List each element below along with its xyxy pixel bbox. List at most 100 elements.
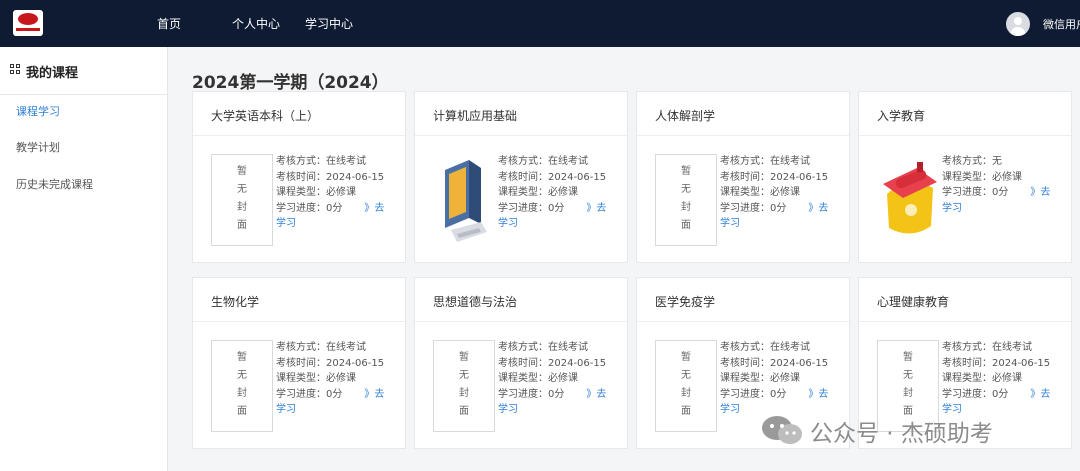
sidebar-item-teaching-plan[interactable]: 教学计划 (16, 139, 60, 155)
course-info-line: 考核时间：2024-06-15 (498, 171, 607, 183)
no-cover-char: 面 (237, 406, 247, 417)
grid-icon (10, 64, 21, 75)
go-study-link[interactable]: 》去 (586, 203, 606, 214)
go-study-link[interactable]: 》去 (808, 389, 828, 400)
course-info: 考核方式：在线考试 考核时间：2024-06-15 课程类型：必修课 学习进度：0分 》… (720, 340, 828, 418)
no-cover-char: 面 (681, 220, 691, 231)
no-cover-char: 暂 (237, 352, 247, 363)
no-cover-text: 暂无封面 (212, 349, 272, 421)
progress-row: 学习进度：0分 》去 (498, 201, 606, 217)
no-cover-char: 暂 (459, 352, 469, 363)
course-card[interactable]: 生物化学 暂无封面 考核方式：在线考试 考核时间：2024-06-15 课程类型：必… (192, 277, 406, 449)
card-divider (637, 135, 849, 136)
no-cover-placeholder[interactable]: 暂无封面 (211, 154, 273, 246)
course-card[interactable]: 入学教育 考核方式：无 课程类型：必修课 学习进度：0分 》去 学习 (858, 91, 1072, 263)
course-info-line: 课程类型：必修课 (720, 373, 800, 385)
course-info-line: 考核方式：在线考试 (276, 156, 366, 167)
progress-text: 学习进度：0分 (498, 388, 565, 400)
no-cover-text: 暂无封面 (656, 163, 716, 235)
go-study-link[interactable]: 》去 (586, 389, 606, 400)
go-study-link[interactable]: 》去 (1030, 389, 1050, 400)
graduation-image[interactable] (877, 154, 941, 246)
no-cover-placeholder[interactable]: 暂无封面 (655, 154, 717, 246)
card-divider (859, 135, 1071, 136)
course-card[interactable]: 计算机应用基础 考核方式：在线考试 考核时间：2024-06-15 课程类型：必修课… (414, 91, 628, 263)
no-cover-char: 封 (237, 388, 247, 399)
course-info-line: 考核时间：2024-06-15 (498, 357, 607, 369)
no-cover-text: 暂无封面 (434, 349, 494, 421)
no-cover-char: 暂 (237, 166, 247, 177)
course-info-line: 考核方式：在线考试 (498, 156, 588, 167)
go-study-link-cont[interactable]: 学习 (498, 216, 606, 232)
course-title[interactable]: 生物化学 (211, 293, 259, 310)
go-study-link-cont[interactable]: 学习 (498, 402, 606, 418)
card-divider (859, 321, 1071, 322)
sidebar-item-history-unfinished[interactable]: 历史未完成课程 (16, 176, 93, 192)
course-title[interactable]: 医学免疫学 (655, 293, 715, 310)
go-study-link-cont[interactable]: 学习 (720, 216, 828, 232)
progress-row: 学习进度：0分 》去 (942, 387, 1050, 403)
progress-row: 学习进度：0分 》去 (276, 387, 384, 403)
school-logo[interactable] (13, 10, 43, 36)
course-info-line: 考核方式：在线考试 (720, 156, 810, 167)
no-cover-char: 面 (237, 220, 247, 231)
go-study-link[interactable]: 》去 (364, 389, 384, 400)
card-divider (415, 321, 627, 322)
card-divider (637, 321, 849, 322)
no-cover-char: 面 (681, 406, 691, 417)
no-cover-char: 面 (459, 406, 469, 417)
course-title[interactable]: 入学教育 (877, 107, 925, 124)
user-avatar[interactable] (1006, 12, 1030, 36)
no-cover-char: 无 (459, 370, 469, 381)
no-cover-text: 暂无封面 (656, 349, 716, 421)
nav-home[interactable]: 首页 (157, 15, 181, 32)
watermark-text: 公众号 · 杰硕助考 (810, 421, 993, 447)
no-cover-placeholder[interactable]: 暂无封面 (433, 340, 495, 432)
sidebar-item-course-study[interactable]: 课程学习 (16, 103, 60, 119)
go-study-link[interactable]: 》去 (364, 203, 384, 214)
course-info: 考核方式：在线考试 考核时间：2024-06-15 课程类型：必修课 学习进度：0分 》… (276, 340, 384, 418)
progress-row: 学习进度：0分 》去 (720, 387, 828, 403)
course-card[interactable]: 思想道德与法治 暂无封面 考核方式：在线考试 考核时间：2024-06-15 课程类… (414, 277, 628, 449)
course-info-line: 考核时间：2024-06-15 (720, 357, 829, 369)
no-cover-char: 无 (681, 370, 691, 381)
course-info-line: 考核时间：2024-06-15 (276, 357, 385, 369)
course-info-line: 考核时间：2024-06-15 (942, 357, 1051, 369)
no-cover-placeholder[interactable]: 暂无封面 (655, 340, 717, 432)
course-title[interactable]: 人体解剖学 (655, 107, 715, 124)
wechat-icon (762, 416, 802, 444)
no-cover-char: 暂 (681, 166, 691, 177)
course-info-line: 考核方式：在线考试 (498, 342, 588, 353)
go-study-link-cont[interactable]: 学习 (276, 402, 384, 418)
go-study-link-cont[interactable]: 学习 (276, 216, 384, 232)
course-info-line: 考核方式：无 (942, 156, 1002, 167)
course-title[interactable]: 计算机应用基础 (433, 107, 517, 124)
course-title[interactable]: 心理健康教育 (877, 293, 949, 310)
progress-text: 学习进度：0分 (720, 388, 787, 400)
course-title[interactable]: 大学英语本科（上） (211, 107, 319, 124)
nav-learning-center[interactable]: 学习中心 (305, 15, 353, 32)
no-cover-char: 无 (237, 184, 247, 195)
no-cover-char: 无 (681, 184, 691, 195)
go-study-link[interactable]: 》去 (808, 203, 828, 214)
no-cover-char: 暂 (903, 352, 913, 363)
no-cover-char: 封 (459, 388, 469, 399)
username[interactable]: 微信用户 (1043, 16, 1080, 32)
nav-personal-center[interactable]: 个人中心 (232, 15, 280, 32)
sidebar-title: 我的课程 (26, 66, 79, 81)
course-title[interactable]: 思想道德与法治 (433, 293, 517, 310)
course-info: 考核方式：在线考试 考核时间：2024-06-15 课程类型：必修课 学习进度：0分 》… (720, 154, 828, 232)
no-cover-placeholder[interactable]: 暂无封面 (211, 340, 273, 432)
course-card[interactable]: 人体解剖学 暂无封面 考核方式：在线考试 考核时间：2024-06-15 课程类型：… (636, 91, 850, 263)
progress-row: 学习进度：0分 》去 (276, 201, 384, 217)
no-cover-text: 暂无封面 (212, 163, 272, 235)
progress-text: 学习进度：0分 (942, 187, 1009, 199)
course-info-line: 课程类型：必修课 (276, 373, 356, 385)
progress-text: 学习进度：0分 (498, 202, 565, 214)
course-info: 考核方式：在线考试 考核时间：2024-06-15 课程类型：必修课 学习进度：0分 》… (276, 154, 384, 232)
course-card[interactable]: 大学英语本科（上） 暂无封面 考核方式：在线考试 考核时间：2024-06-15 课… (192, 91, 406, 263)
top-bar: 首页 个人中心 学习中心 微信用户 (0, 0, 1080, 47)
go-study-link-cont[interactable]: 学习 (942, 201, 1050, 217)
go-study-link[interactable]: 》去 (1030, 187, 1050, 198)
computer-image[interactable] (435, 156, 491, 246)
